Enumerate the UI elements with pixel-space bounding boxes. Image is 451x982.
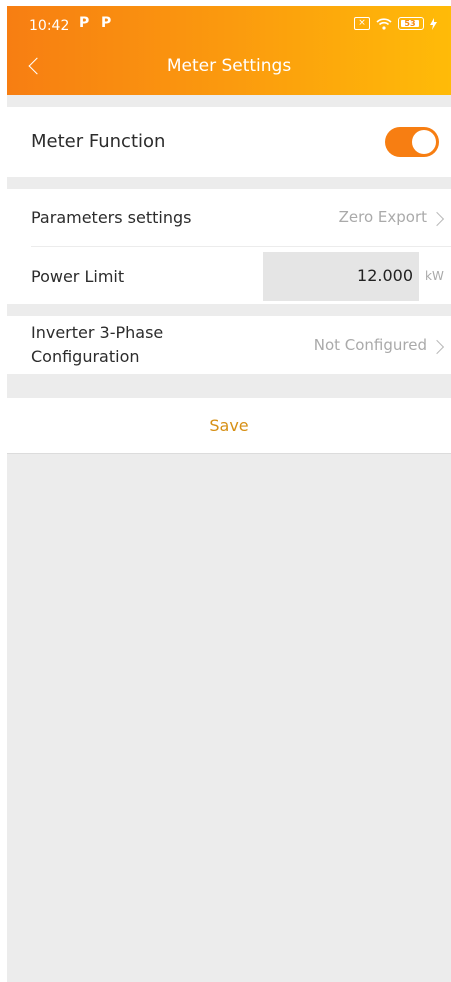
parameters-settings-value: Zero Export bbox=[338, 208, 427, 226]
save-row: Save bbox=[7, 398, 451, 454]
parameters-settings-row[interactable]: Parameters settings Zero Export bbox=[7, 189, 451, 246]
charging-icon bbox=[430, 17, 437, 30]
meter-function-row: Meter Function bbox=[7, 107, 451, 177]
power-limit-label: Power Limit bbox=[31, 267, 125, 286]
save-button[interactable]: Save bbox=[7, 416, 451, 435]
power-limit-unit: kW bbox=[425, 269, 444, 283]
meter-function-toggle[interactable] bbox=[385, 127, 439, 157]
battery-icon: 53 bbox=[398, 17, 424, 30]
page-title: Meter Settings bbox=[166, 56, 292, 76]
notification-icon: P bbox=[79, 15, 90, 31]
header-bar: 10:42 P P × 53 Meter Settings bbox=[7, 6, 451, 95]
wifi-icon bbox=[376, 17, 392, 30]
inverter-config-label-line2: Configuration bbox=[31, 347, 140, 366]
chevron-right-icon bbox=[429, 211, 445, 227]
row-divider bbox=[31, 246, 451, 247]
notification-icon: P bbox=[101, 15, 112, 31]
power-limit-input[interactable]: 12.000 bbox=[263, 252, 419, 301]
sim-disabled-icon: × bbox=[354, 17, 370, 30]
inverter-config-row[interactable]: Inverter 3-Phase Configuration Not Confi… bbox=[7, 316, 451, 374]
toggle-knob bbox=[412, 130, 436, 154]
power-limit-value: 12.000 bbox=[357, 266, 413, 285]
inverter-config-label-line1: Inverter 3-Phase bbox=[31, 323, 164, 342]
status-icons: × 53 bbox=[354, 17, 437, 30]
power-limit-row: Power Limit 12.000 kW bbox=[7, 246, 451, 304]
parameters-settings-label: Parameters settings bbox=[31, 208, 192, 227]
chevron-right-icon bbox=[429, 339, 445, 355]
status-time: 10:42 bbox=[29, 18, 70, 34]
meter-function-label: Meter Function bbox=[31, 131, 166, 152]
inverter-config-value: Not Configured bbox=[313, 336, 427, 354]
battery-level: 53 bbox=[404, 19, 416, 28]
app-screen: 10:42 P P × 53 Meter Settings Meter Func… bbox=[7, 6, 451, 982]
